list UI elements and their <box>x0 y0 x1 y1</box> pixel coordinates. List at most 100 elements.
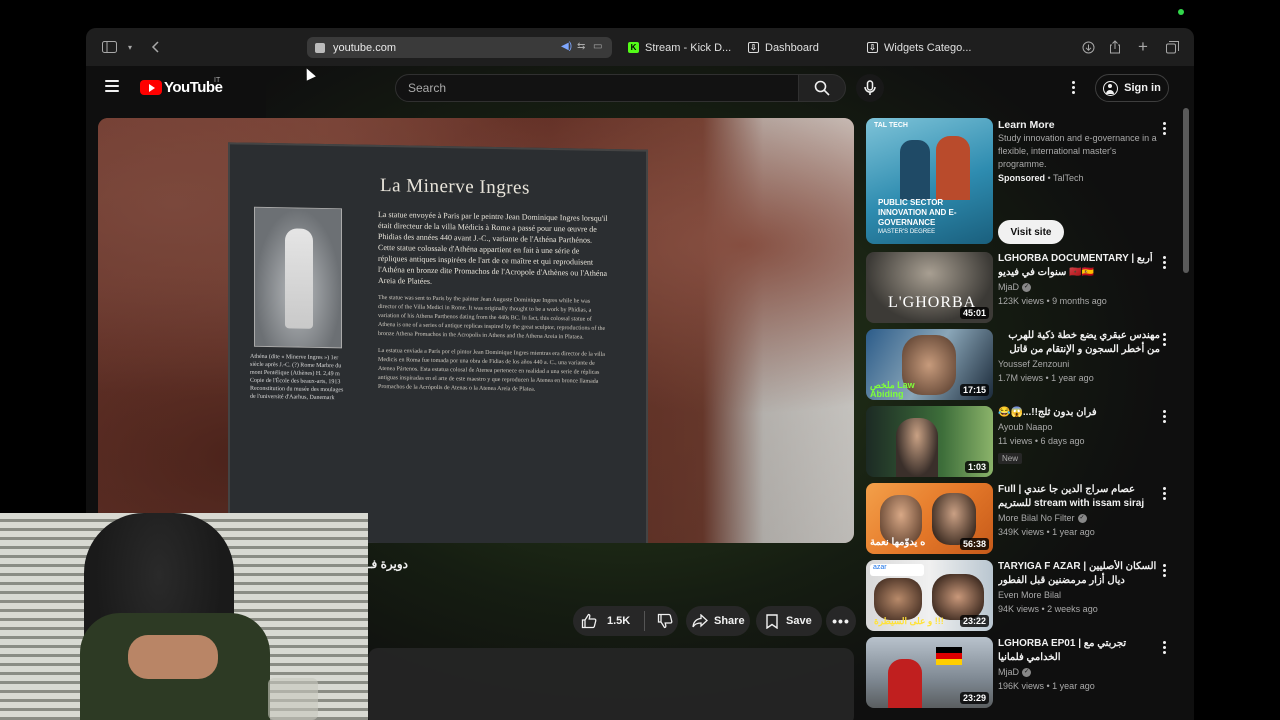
video-meta: 94K views • 2 weeks ago <box>998 604 1098 614</box>
thumb-person <box>896 418 938 477</box>
video-title-item[interactable]: LGHORBA EP01 | تجربتي مع الخدامي فلمانيا <box>998 637 1160 665</box>
video-thumbnail[interactable]: 1:03 <box>866 406 993 477</box>
duration-badge: 1:03 <box>964 461 989 473</box>
video-kebab-icon[interactable] <box>1162 487 1166 500</box>
translate-icon[interactable]: ⇆ <box>577 41 585 52</box>
ad-kebab-icon[interactable] <box>1162 122 1166 135</box>
desktop: ▾ youtube.com ◀) ⇆ ▭ K Stream - Kick D..… <box>0 0 1280 720</box>
youtube-logo[interactable]: YouTube IT <box>140 77 223 96</box>
tab-dashboard[interactable]: ⇩ Dashboard <box>742 37 852 58</box>
share-group: Share <box>686 606 750 636</box>
more-actions-button[interactable]: ••• <box>826 606 856 636</box>
channel-name[interactable]: Even More Bilal <box>998 588 1160 602</box>
glass-jar <box>268 678 318 720</box>
video-info: LGHORBA EP01 | تجربتي مع الخدامي فلمانيا… <box>998 637 1160 693</box>
verified-icon: ✓ <box>1022 282 1032 292</box>
voice-search-button[interactable] <box>856 74 884 102</box>
video-title-item[interactable]: 😂😱...!!فران بدون ثلج <box>998 406 1160 420</box>
video-thumbnail[interactable]: azar و على السيطرة !!! 23:22 <box>866 560 993 631</box>
user-icon <box>1103 80 1119 96</box>
video-kebab-icon[interactable] <box>1162 641 1166 654</box>
settings-kebab-icon[interactable] <box>1071 81 1075 94</box>
share-icon[interactable] <box>1107 39 1123 55</box>
plaque-title: La Minerve Ingres <box>380 174 530 199</box>
like-button[interactable]: 1.5K <box>573 606 678 636</box>
ad-person-2 <box>936 136 970 200</box>
video-meta: 196K views • 1 year ago <box>998 681 1095 691</box>
downloads-icon[interactable] <box>1080 39 1096 55</box>
site-favicon-icon <box>315 42 325 53</box>
plaque-text: La statue envoyée à Paris par le peintre… <box>378 209 610 404</box>
save-label: Save <box>786 615 812 627</box>
video-thumbnail[interactable]: 23:29 <box>866 637 993 708</box>
download-icon: ⇩ <box>867 42 878 53</box>
share-arrow-icon <box>692 614 708 628</box>
chevron-down-icon[interactable]: ▾ <box>122 39 138 55</box>
video-kebab-icon[interactable] <box>1162 256 1166 269</box>
channel-name[interactable]: MjaD <box>998 665 1019 679</box>
more-horizontal-icon: ••• <box>832 613 850 629</box>
tab-kick[interactable]: K Stream - Kick D... <box>622 37 737 58</box>
address-bar[interactable]: youtube.com ◀) ⇆ ▭ <box>307 37 612 58</box>
new-tab-icon[interactable]: + <box>1135 37 1151 56</box>
verified-icon: ✓ <box>1077 513 1087 523</box>
duration-badge: 17:15 <box>959 384 989 396</box>
video-meta: 1.7M views • 1 year ago <box>998 373 1094 383</box>
video-title-item[interactable]: Full | عصام سراج الدين جا عندي للستريم s… <box>998 483 1160 511</box>
video-kebab-icon[interactable] <box>1162 564 1166 577</box>
ad-thumb-brand: TAL TECH <box>874 122 908 129</box>
search-icon <box>814 80 830 96</box>
download-icon: ⇩ <box>748 42 759 53</box>
sign-in-button[interactable]: Sign in <box>1095 74 1169 102</box>
channel-name[interactable]: Ayoub Naapo <box>998 420 1160 434</box>
video-thumbnail[interactable]: ملخص Law Abiding 17:15 <box>866 329 993 400</box>
sponsored-ad[interactable]: TAL TECH PUBLIC SECTOR INNOVATION AND E-… <box>866 118 1184 244</box>
like-dislike-group: 1.5K <box>573 606 678 636</box>
share-button[interactable]: Share <box>686 606 750 636</box>
streamer-hands <box>128 635 218 679</box>
tab-widgets[interactable]: ⇩ Widgets Catego... <box>861 37 973 58</box>
channel-name[interactable]: More Bilal No Filter <box>998 511 1075 525</box>
tabs-overview-icon[interactable] <box>1164 39 1180 55</box>
channel-name[interactable]: Youssef Zenzouni <box>998 357 1160 371</box>
thumb-face-2 <box>932 574 984 620</box>
video-kebab-icon[interactable] <box>1162 333 1166 346</box>
search-placeholder: Search <box>408 81 447 95</box>
ad-body: Study innovation and e-governance in a f… <box>998 133 1157 169</box>
video-title-item[interactable]: LGHORBA DOCUMENTARY | أربع سنوات في فيدي… <box>998 252 1160 280</box>
search-input[interactable]: Search <box>395 74 799 102</box>
video-title-item[interactable]: مهندس عبقري يضع خطة ذكية للهرب من أخطر ا… <box>998 329 1160 357</box>
back-icon[interactable] <box>147 39 163 55</box>
reader-icon[interactable]: ▭ <box>593 41 602 52</box>
audio-playing-icon[interactable]: ◀) <box>561 41 572 52</box>
duration-badge: 23:22 <box>959 615 989 627</box>
video-player[interactable]: La Minerve Ingres Athéna (dite « Minerve… <box>98 118 854 543</box>
statue-photo <box>254 206 342 349</box>
ad-title[interactable]: Learn More <box>998 118 1160 132</box>
search-button[interactable] <box>798 74 846 102</box>
thumbs-up-icon <box>581 613 597 629</box>
sidebar-icon[interactable] <box>101 39 117 55</box>
visit-site-button[interactable]: Visit site <box>998 220 1064 244</box>
thumbs-down-icon[interactable] <box>657 613 673 629</box>
ad-thumb-sub: MASTER'S DEGREE <box>878 229 936 235</box>
address-text: youtube.com <box>333 41 396 54</box>
like-count: 1.5K <box>607 615 631 627</box>
video-thumbnail[interactable]: L'GHORBA 45:01 <box>866 252 993 323</box>
duration-badge: 23:29 <box>959 692 989 704</box>
sign-in-label: Sign in <box>1124 82 1161 94</box>
save-group: Save <box>756 606 822 636</box>
microphone-icon <box>864 80 876 95</box>
video-title-item[interactable]: TARYIGA F AZAR | السكان الأصليين ديال أز… <box>998 560 1160 588</box>
divider <box>644 611 646 631</box>
channel-name[interactable]: MjaD <box>998 280 1019 294</box>
ad-thumbnail[interactable]: TAL TECH PUBLIC SECTOR INNOVATION AND E-… <box>866 118 993 244</box>
ad-sponsor-line: Sponsored • TalTech <box>998 171 1160 185</box>
video-info: مهندس عبقري يضع خطة ذكية للهرب من أخطر ا… <box>998 329 1160 385</box>
video-kebab-icon[interactable] <box>1162 410 1166 423</box>
save-button[interactable]: Save <box>756 606 822 636</box>
video-thumbnail[interactable]: ه يدوّمها نعمة 56:38 <box>866 483 993 554</box>
page-scrollbar[interactable] <box>1183 108 1189 273</box>
hamburger-menu-icon[interactable] <box>105 80 119 92</box>
description-box[interactable] <box>368 648 854 720</box>
